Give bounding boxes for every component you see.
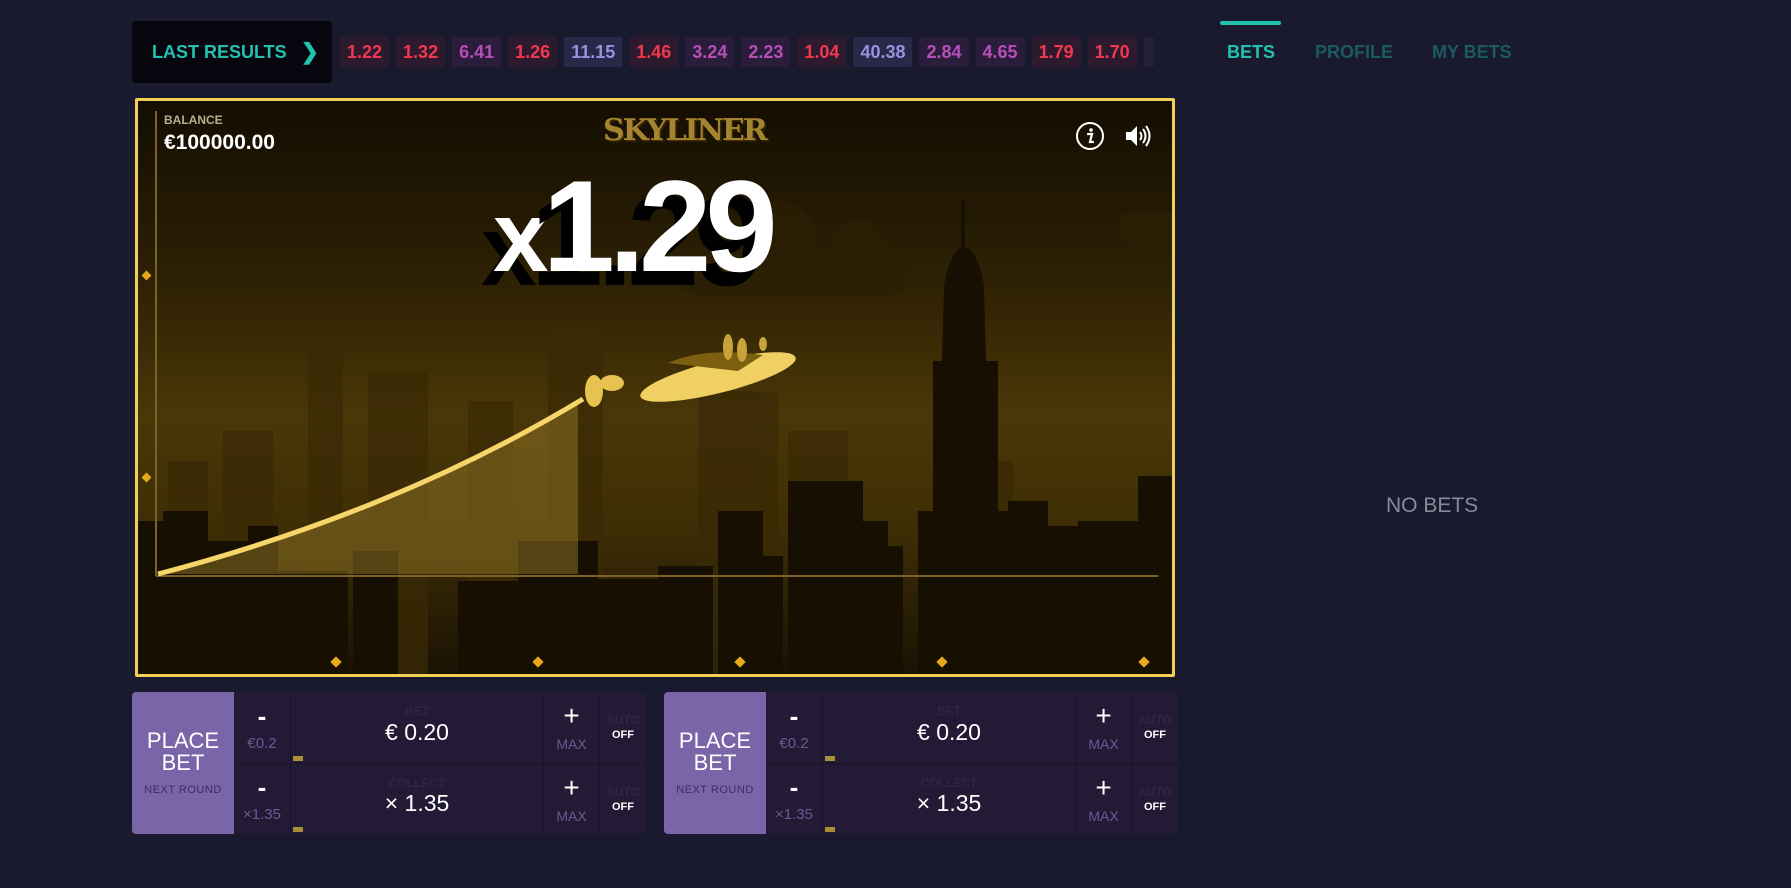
result-chip[interactable]: 1.46 [629, 37, 679, 67]
info-icon [1076, 122, 1104, 150]
auto-collect-toggle[interactable]: AUTO OFF [1131, 763, 1178, 834]
auto-label: AUTO [1138, 784, 1172, 799]
decrease-collect-button[interactable]: - ×1.35 [766, 763, 823, 834]
collect-label: COLLECT [920, 775, 978, 790]
active-tab-indicator [1220, 21, 1281, 25]
tab-profile[interactable]: PROFILE [1315, 42, 1393, 63]
info-button[interactable] [1073, 119, 1107, 153]
result-chip[interactable]: 2.23 [741, 37, 791, 67]
result-chip[interactable]: 1.32 [396, 37, 446, 67]
multiplier-display: x1.29 [493, 161, 778, 293]
last-results-label: LAST RESULTS [152, 41, 287, 62]
bet-label: BET [937, 704, 961, 718]
sound-button[interactable] [1120, 119, 1154, 153]
result-chip[interactable]: 1.22 [340, 37, 390, 67]
decrease-collect-button[interactable]: - ×1.35 [234, 763, 291, 834]
plus-icon: + [1095, 700, 1112, 732]
max-bet-label: MAX [556, 736, 587, 753]
minus-icon: - [257, 700, 267, 731]
bet-panel: PLACE BET NEXT ROUND - €0.2 BET € 0.20 + MAX… [132, 692, 646, 834]
result-chip[interactable]: 4.65 [975, 37, 1025, 67]
balance-value: €100000.00 [164, 131, 275, 154]
max-collect-label: MAX [556, 807, 587, 824]
collect-step: ×1.35 [775, 806, 813, 824]
auto-bet-toggle[interactable]: AUTO OFF [599, 692, 646, 763]
place-bet-label: PLACE BET [146, 728, 220, 775]
collect-multiplier-value: × 1.35 [384, 790, 450, 817]
result-chip[interactable]: 6.41 [452, 37, 502, 67]
result-chip-partial [1143, 37, 1154, 67]
bet-amount-input[interactable]: BET € 0.20 [823, 692, 1075, 763]
auto-state: OFF [612, 800, 634, 813]
plus-icon: + [563, 700, 580, 732]
bet-amount-value: € 0.20 [385, 718, 449, 745]
collect-row: - ×1.35 COLLECT × 1.35 + MAX AUTO OFF [234, 763, 646, 835]
collect-row: - ×1.35 COLLECT × 1.35 + MAX AUTO OFF [766, 763, 1178, 835]
plus-icon: + [563, 771, 580, 803]
balance-label: BALANCE [164, 113, 223, 127]
place-bet-subtext: NEXT ROUND [144, 784, 222, 796]
place-bet-label: PLACE BET [678, 728, 752, 775]
bet-amount-value: € 0.20 [917, 718, 981, 745]
minus-icon: - [789, 700, 799, 731]
result-chip[interactable]: 11.15 [564, 37, 623, 67]
place-bet-subtext: NEXT ROUND [676, 784, 754, 796]
bet-step: €0.2 [247, 734, 277, 752]
increase-bet-button[interactable]: + MAX [543, 692, 599, 763]
increase-collect-button[interactable]: + MAX [1075, 763, 1131, 834]
field-marker [825, 827, 835, 832]
tab-my-bets[interactable]: MY BETS [1432, 42, 1512, 63]
bet-amount-input[interactable]: BET € 0.20 [291, 692, 543, 763]
max-collect-label: MAX [1088, 807, 1119, 824]
place-bet-button[interactable]: PLACE BET NEXT ROUND [664, 692, 766, 834]
collect-step: ×1.35 [243, 806, 281, 824]
game-canvas: BALANCE €100000.00 SKYLINER x1.29 [135, 98, 1175, 677]
auto-bet-toggle[interactable]: AUTO OFF [1131, 692, 1178, 763]
result-chip[interactable]: 2.84 [919, 37, 969, 67]
auto-label: AUTO [1138, 713, 1172, 728]
auto-state: OFF [1144, 800, 1166, 813]
bet-step: €0.2 [779, 734, 809, 752]
max-bet-label: MAX [1088, 736, 1119, 753]
result-chip[interactable]: 40.38 [853, 37, 913, 67]
chevron-right-icon: ❯ [300, 39, 320, 64]
speaker-icon [1126, 125, 1151, 147]
skyliner-logo: SKYLINER [603, 113, 768, 148]
result-chip[interactable]: 1.26 [508, 37, 558, 67]
decrease-bet-button[interactable]: - €0.2 [234, 692, 291, 763]
result-chip[interactable]: 1.70 [1087, 37, 1137, 67]
minus-icon: - [789, 772, 799, 803]
collect-label: COLLECT [388, 775, 446, 790]
collect-multiplier-input[interactable]: COLLECT × 1.35 [291, 764, 543, 835]
collect-multiplier-value: × 1.35 [916, 790, 982, 817]
result-chip[interactable]: 1.79 [1031, 37, 1081, 67]
increase-bet-button[interactable]: + MAX [1075, 692, 1131, 763]
tab-bets[interactable]: BETS [1227, 42, 1275, 63]
last-results-list: 1.22 1.32 6.41 1.26 11.15 1.46 3.24 2.23 1.04 40.… [340, 37, 1175, 67]
bet-amount-row: - €0.2 BET € 0.20 + MAX AUTO OFF [766, 692, 1178, 764]
auto-collect-toggle[interactable]: AUTO OFF [599, 763, 646, 834]
plus-icon: + [1095, 771, 1112, 803]
field-marker [293, 755, 303, 761]
result-chip[interactable]: 1.04 [797, 37, 847, 67]
auto-state: OFF [1144, 729, 1166, 742]
minus-icon: - [257, 772, 267, 803]
multiplier-prefix: x [493, 181, 549, 293]
auto-state: OFF [612, 729, 634, 742]
collect-multiplier-input[interactable]: COLLECT × 1.35 [823, 764, 1075, 835]
bet-amount-row: - €0.2 BET € 0.20 + MAX AUTO OFF [234, 692, 646, 764]
place-bet-button[interactable]: PLACE BET NEXT ROUND [132, 692, 234, 834]
increase-collect-button[interactable]: + MAX [543, 763, 599, 834]
auto-label: AUTO [606, 713, 640, 728]
multiplier-value: 1.29 [542, 153, 778, 299]
field-marker [293, 827, 303, 832]
result-chip[interactable]: 3.24 [685, 37, 735, 67]
bet-label: BET [405, 704, 429, 718]
field-marker [825, 755, 835, 761]
no-bets-message: NO BETS [1386, 494, 1479, 517]
decrease-bet-button[interactable]: - €0.2 [766, 692, 823, 763]
auto-label: AUTO [606, 784, 640, 799]
last-results-button[interactable]: LAST RESULTS ❯ [132, 21, 332, 83]
bet-panel: PLACE BET NEXT ROUND - €0.2 BET € 0.20 + MAX… [664, 692, 1178, 834]
